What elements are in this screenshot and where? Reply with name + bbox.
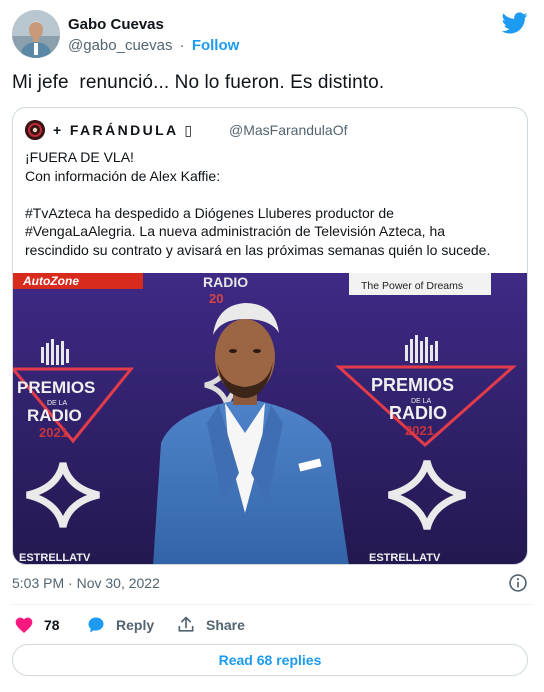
- like-count: 78: [44, 617, 60, 633]
- brand-right: ESTRELLATV: [369, 552, 441, 564]
- share-icon: [178, 616, 194, 632]
- top-radio-text: RADIO: [203, 274, 248, 290]
- quoted-avatar[interactable]: [25, 120, 45, 140]
- reply-bubble-icon: [88, 617, 104, 633]
- brand-left: ESTRELLATV: [19, 552, 91, 564]
- sponsor-left-text: AutoZone: [22, 274, 79, 288]
- quoted-line: #TvAzteca ha despedido a Diógenes Lluber…: [25, 204, 394, 221]
- quoted-tweet-photo[interactable]: AutoZone The Power of Dreams RADIO 20 PR…: [13, 273, 527, 564]
- quoted-tweet[interactable]: + FARÁNDULA ▯ @MasFarandulaOf ¡FUERA DE …: [12, 107, 528, 565]
- like-button[interactable]: 78: [14, 612, 60, 638]
- read-replies-button[interactable]: Read 68 replies: [12, 644, 528, 676]
- action-bar: 78 Reply Share: [12, 612, 532, 638]
- quoted-line: ¡FUERA DE VLA!: [25, 149, 134, 165]
- avatar[interactable]: [12, 10, 60, 58]
- divider: [12, 604, 532, 605]
- left-logo-year: 2021: [39, 425, 68, 440]
- author-handle[interactable]: @gabo_cuevas: [68, 37, 172, 54]
- left-logo-premios: PREMIOS: [17, 378, 95, 397]
- quoted-line: Con información de Alex Kaffie:: [25, 167, 221, 184]
- tweet-text: Mi jefe renunció... No lo fueron. Es dis…: [12, 72, 385, 93]
- left-logo-radio: RADIO: [27, 406, 82, 425]
- quoted-author-handle[interactable]: @MasFarandulaOf: [229, 122, 347, 138]
- twitter-bird-icon[interactable]: [502, 10, 528, 36]
- share-label: Share: [206, 617, 245, 633]
- follow-button[interactable]: Follow: [192, 37, 240, 54]
- right-logo-premios: PREMIOS: [371, 375, 454, 395]
- tweet-card: Gabo Cuevas @gabo_cuevas · Follow Mi jef…: [0, 0, 544, 692]
- share-button[interactable]: Share: [176, 612, 245, 638]
- sponsor-right-text: The Power of Dreams: [361, 280, 463, 292]
- reply-label: Reply: [116, 617, 155, 633]
- reply-button[interactable]: Reply: [86, 612, 154, 638]
- quoted-tweet-text: ¡FUERA DE VLA! Con información de Alex K…: [25, 148, 519, 259]
- author-name[interactable]: Gabo Cuevas: [68, 16, 164, 33]
- right-logo-radio: RADIO: [389, 403, 447, 423]
- tweet-header: Gabo Cuevas @gabo_cuevas · Follow: [12, 8, 532, 62]
- top-radio-year: 20: [209, 291, 223, 306]
- info-icon[interactable]: [508, 573, 528, 593]
- separator: ·: [179, 37, 185, 54]
- quoted-line: rescindido su contrato y avisará en las …: [25, 241, 491, 258]
- quoted-author-name[interactable]: + FARÁNDULA ▯: [53, 122, 194, 139]
- quoted-line: #VengaLaAlegria. La nueva administración…: [25, 223, 446, 239]
- author-handle-line: @gabo_cuevas · Follow: [68, 37, 239, 54]
- heart-icon: [15, 617, 33, 633]
- right-logo-year: 2021: [405, 423, 434, 438]
- tweet-timestamp[interactable]: 5:03 PM · Nov 30, 2022: [12, 575, 160, 591]
- quoted-line-gap: [25, 185, 519, 204]
